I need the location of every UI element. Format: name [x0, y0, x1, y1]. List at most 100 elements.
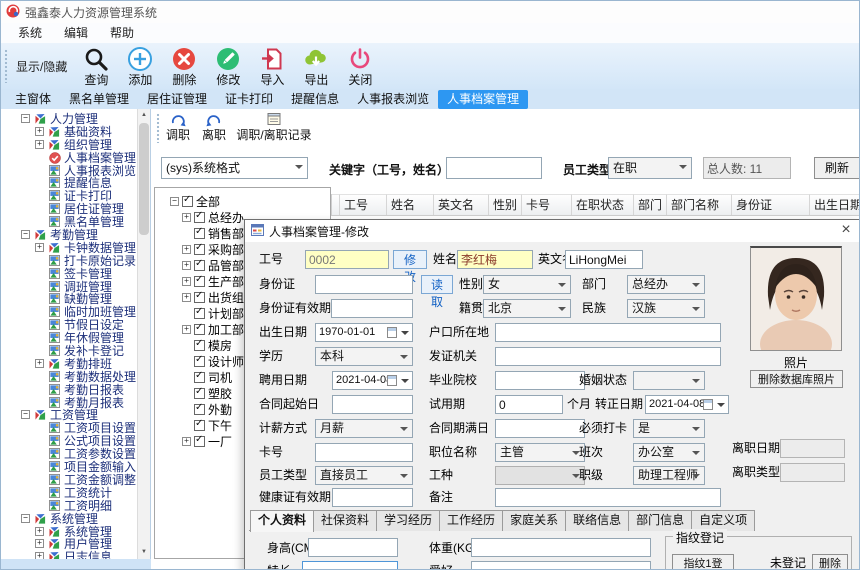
grid-column-header[interactable]: 姓名: [387, 194, 434, 215]
sidebar-item[interactable]: 人事档案管理: [1, 152, 137, 165]
wtype-select[interactable]: [495, 466, 585, 485]
expand-icon[interactable]: +: [35, 359, 44, 368]
expand-icon[interactable]: +: [182, 213, 191, 222]
dept-select[interactable]: 总经办: [627, 275, 705, 294]
sidebar-item[interactable]: +卡钟数据管理: [1, 242, 137, 255]
transfer-record-button[interactable]: 调职/离职记录: [231, 112, 317, 143]
checkbox-checked-icon[interactable]: [182, 196, 193, 207]
refresh-button[interactable]: 刷新: [814, 157, 860, 179]
id-valid-input[interactable]: [331, 299, 413, 318]
sidebar-item[interactable]: +组织管理: [1, 139, 137, 152]
collapse-icon[interactable]: −: [21, 410, 30, 419]
gender-select[interactable]: 女: [483, 275, 571, 294]
checkbox-checked-icon[interactable]: [194, 292, 205, 303]
height-input[interactable]: [308, 538, 398, 557]
menu-item[interactable]: 系统: [7, 23, 53, 43]
sidebar-item[interactable]: +考勤排班: [1, 358, 137, 371]
window-tab[interactable]: 证卡打印: [216, 90, 282, 109]
grid-column-header[interactable]: 在职状态: [572, 194, 634, 215]
keyword-input[interactable]: [446, 157, 542, 179]
expand-icon[interactable]: +: [35, 539, 44, 548]
window-tab[interactable]: 黑名单管理: [60, 90, 138, 109]
collapse-icon[interactable]: −: [21, 514, 30, 523]
toolbar-edit-button[interactable]: 修改: [206, 46, 250, 87]
sidebar-item[interactable]: 打卡原始记录: [1, 255, 137, 268]
dept-node[interactable]: −全部: [155, 194, 330, 210]
sidebar-item[interactable]: 项目金额输入: [1, 461, 137, 474]
dialog-tab[interactable]: 个人资料: [250, 510, 314, 532]
pay-select[interactable]: 月薪: [315, 419, 413, 438]
modify-empno-button[interactable]: 修改: [393, 250, 427, 269]
household-input[interactable]: [495, 323, 721, 342]
fingerprint-delete-button[interactable]: 删除: [812, 554, 848, 570]
scroll-up-icon[interactable]: ▲: [138, 109, 150, 122]
collapse-icon[interactable]: −: [21, 230, 30, 239]
sidebar-item[interactable]: −系统管理: [1, 513, 137, 526]
dialog-tab[interactable]: 社保资料: [313, 510, 377, 531]
shift-select[interactable]: 办公室: [633, 443, 705, 462]
health-input[interactable]: [332, 488, 413, 507]
checkbox-checked-icon[interactable]: [194, 276, 205, 287]
scroll-down-icon[interactable]: ▼: [138, 546, 150, 559]
delete-photo-button[interactable]: 删除数据库照片: [750, 370, 843, 388]
show-hide-toggle[interactable]: 显示/隐藏: [16, 58, 67, 75]
school-input[interactable]: [495, 371, 585, 390]
collapse-icon[interactable]: −: [170, 197, 179, 206]
grid-column-header[interactable]: 英文名: [434, 194, 489, 215]
checkbox-checked-icon[interactable]: [194, 388, 205, 399]
expand-icon[interactable]: +: [182, 325, 191, 334]
card-input[interactable]: [315, 443, 413, 462]
window-tab[interactable]: 居住证管理: [138, 90, 216, 109]
emp-type-select[interactable]: 在职: [608, 157, 692, 179]
sidebar-item[interactable]: +基础资料: [1, 126, 137, 139]
expand-icon[interactable]: +: [35, 552, 44, 559]
expand-icon[interactable]: +: [182, 261, 191, 270]
expand-icon[interactable]: +: [35, 140, 44, 149]
dialog-tab[interactable]: 部门信息: [628, 510, 692, 531]
window-tab[interactable]: 主窗体: [6, 90, 60, 109]
sidebar-item[interactable]: 考勤日报表: [1, 384, 137, 397]
actionbar-grip[interactable]: [156, 113, 160, 143]
birth-date-picker[interactable]: 1970-01-01: [315, 323, 413, 342]
toolbar-import-button[interactable]: 导入: [250, 46, 294, 87]
grid-column-header[interactable]: 工号: [340, 194, 387, 215]
read-id-button[interactable]: 读取: [421, 275, 453, 294]
transfer-button[interactable]: 调职: [161, 112, 195, 143]
hire-date-picker[interactable]: 2021-04-08: [332, 371, 413, 390]
weight-input[interactable]: [471, 538, 651, 557]
dialog-tab[interactable]: 家庭关系: [502, 510, 566, 531]
menu-item[interactable]: 帮助: [99, 23, 145, 43]
grid-column-header[interactable]: [332, 194, 340, 215]
grid-column-header[interactable]: 出生日期: [810, 194, 860, 215]
sidebar-scrollbar[interactable]: ▲ ▼: [137, 109, 150, 559]
checkbox-checked-icon[interactable]: [194, 212, 205, 223]
sidebar-item[interactable]: 工资金额调整: [1, 474, 137, 487]
native-select[interactable]: 北京: [483, 299, 571, 318]
contract-end-input[interactable]: [495, 419, 585, 438]
etype-select[interactable]: 直接员工: [315, 466, 413, 485]
expand-icon[interactable]: +: [182, 245, 191, 254]
checkbox-checked-icon[interactable]: [194, 356, 205, 367]
window-tab[interactable]: 人事档案管理: [438, 90, 528, 109]
sidebar-item[interactable]: −考勤管理: [1, 229, 137, 242]
sidebar-item[interactable]: −人力管理: [1, 113, 137, 126]
grid-column-header[interactable]: 性别: [489, 194, 522, 215]
resign-button[interactable]: 离职: [197, 112, 231, 143]
toolbar-power-button[interactable]: 关闭: [338, 46, 382, 87]
expand-icon[interactable]: +: [182, 277, 191, 286]
dialog-close-icon[interactable]: ×: [836, 220, 856, 242]
format-select[interactable]: (sys)系统格式: [161, 157, 308, 179]
hobby-input[interactable]: [471, 561, 651, 570]
dialog-tab[interactable]: 学习经历: [376, 510, 440, 531]
name-input[interactable]: [457, 250, 533, 269]
issuer-input[interactable]: [495, 347, 721, 366]
sidebar-item[interactable]: +日志信息: [1, 551, 137, 559]
checkbox-checked-icon[interactable]: [194, 308, 205, 319]
expand-icon[interactable]: +: [35, 527, 44, 536]
grid-column-header[interactable]: 卡号: [522, 194, 572, 215]
collapse-icon[interactable]: −: [21, 114, 30, 123]
eng-name-input[interactable]: [565, 250, 643, 269]
toolbar-add-button[interactable]: 添加: [118, 46, 162, 87]
window-tab[interactable]: 提醒信息: [282, 90, 348, 109]
checkbox-checked-icon[interactable]: [194, 420, 205, 431]
